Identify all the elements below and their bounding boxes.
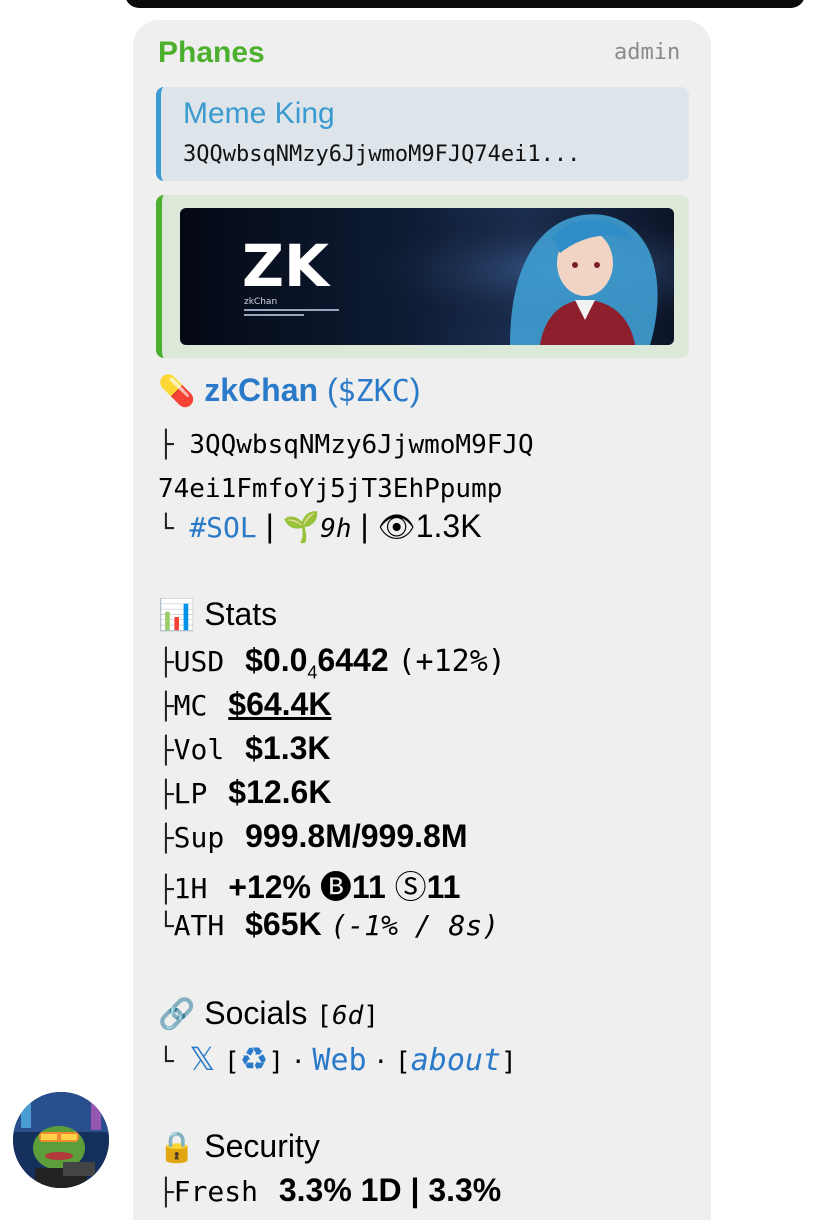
token-address-line-2: 74ei1FmfoYj5jT3EhPpump (158, 468, 502, 505)
reply-quote[interactable]: Meme King 3QQwbsqNMzy6JjwmoM9FJQ74ei1... (156, 87, 689, 181)
tree-end: └ (158, 514, 190, 544)
security-fresh-value: 3.3% 1D | 3.3% (278, 1172, 502, 1208)
token-address-part-1[interactable]: 3QQwbsqNMzy6JjwmoM9FJQ (189, 430, 533, 460)
socials-age: 6d (331, 1001, 364, 1031)
token-ticker-link[interactable]: $ZKC (338, 374, 410, 409)
buys-icon: 🅑 (319, 869, 352, 905)
stat-mc-value[interactable]: $64.4K (228, 686, 331, 722)
recycle-icon[interactable]: ♻ (240, 1041, 269, 1077)
stat-lp: ├LP $12.6K (158, 774, 332, 810)
sender-role: admin (614, 40, 681, 65)
stat-usd-label: USD (173, 645, 225, 678)
stat-usd: ├USD $0.046442 (+12%) (158, 642, 506, 683)
stat-sup: ├Sup 999.8M/999.8M (158, 818, 468, 854)
stat-ath-detail: (-1% / 8s) (330, 909, 500, 942)
banner-art: ZK zkChan (180, 208, 674, 345)
banner-image[interactable]: ZK zkChan (180, 208, 674, 345)
eye-icon: 👁 (377, 511, 416, 544)
stats-title: Stats (204, 596, 278, 632)
token-address-part-2[interactable]: 74ei1FmfoYj5jT3EhPpump (158, 474, 502, 504)
reply-text: 3QQwbsqNMzy6JjwmoM9FJQ74ei1... (183, 142, 581, 167)
stat-sup-label: Sup (173, 821, 225, 854)
socials-header: 🔗 Socials [6d] (158, 995, 379, 1031)
x-link[interactable]: 𝕏 (189, 1041, 215, 1077)
token-meta-line: └ #SOL | 🌱9h | 👁1.3K (158, 508, 482, 544)
stat-1h-change: +12% (228, 869, 311, 905)
stat-vol-label: Vol (173, 733, 225, 766)
token-name-link[interactable]: zkChan (204, 372, 318, 408)
security-fresh: ├Fresh 3.3% 1D | 3.3% (158, 1172, 502, 1208)
stat-usd-sub: 4 (307, 662, 318, 683)
stat-1h-sells: 11 (426, 869, 461, 905)
sells-icon: Ⓢ (394, 869, 427, 905)
stat-sup-value: 999.8M/999.8M (245, 818, 468, 854)
stat-mc: ├MC $64.4K (158, 686, 332, 722)
web-link[interactable]: Web (312, 1043, 366, 1078)
chain-hashtag-link[interactable]: #SOL (189, 511, 256, 544)
stat-usd-suffix: 6442 (317, 642, 389, 678)
stat-lp-label: LP (173, 777, 208, 810)
view-count: 1.3K (415, 508, 482, 544)
pill-icon: 💊 (158, 375, 196, 408)
security-header: 🔒 Security (158, 1128, 320, 1165)
socials-links: └ 𝕏 [♻] · Web · [about] (158, 1041, 517, 1078)
socials-title: Socials (204, 995, 308, 1031)
tree-branch: ├ (158, 430, 190, 460)
stat-vol-value: $1.3K (245, 730, 331, 766)
stat-usd-change: (+12%) (397, 644, 506, 679)
stat-1h-buys: 11 (351, 869, 386, 905)
token-address-line-1: ├ 3QQwbsqNMzy6JjwmoM9FJQ (158, 424, 534, 461)
bar-chart-icon: 📊 (158, 599, 196, 632)
link-icon: 🔗 (158, 998, 196, 1031)
stat-mc-label: MC (173, 689, 208, 722)
token-header: 💊 zkChan ($ZKC) (158, 372, 421, 409)
zk-logo-sub: zkChan (244, 297, 277, 307)
sender-name[interactable]: Phanes (158, 36, 265, 70)
stat-1h: ├1H +12% 🅑11 Ⓢ11 (158, 869, 461, 905)
stats-header: 📊 Stats (158, 596, 277, 633)
avatar[interactable] (13, 1092, 109, 1188)
stat-vol: ├Vol $1.3K (158, 730, 331, 766)
stat-usd-prefix: $0.0 (245, 642, 308, 678)
about-link[interactable]: about (411, 1043, 501, 1078)
frog-avatar-icon (13, 1092, 109, 1188)
security-fresh-label: Fresh (173, 1175, 258, 1208)
token-age: 9h (320, 514, 352, 544)
lock-icon: 🔒 (158, 1131, 196, 1164)
top-bar (125, 0, 805, 8)
security-title: Security (204, 1128, 320, 1164)
reply-title: Meme King (183, 97, 335, 130)
stat-1h-label: 1H (173, 872, 208, 905)
stat-ath: └ATH $65K (-1% / 8s) (158, 906, 500, 942)
stat-lp-value: $12.6K (228, 774, 332, 810)
seedling-icon: 🌱 (282, 511, 321, 544)
stat-ath-value: $65K (245, 906, 322, 942)
stat-ath-label: ATH (173, 909, 225, 942)
zk-logo-text: ZK (242, 232, 331, 300)
